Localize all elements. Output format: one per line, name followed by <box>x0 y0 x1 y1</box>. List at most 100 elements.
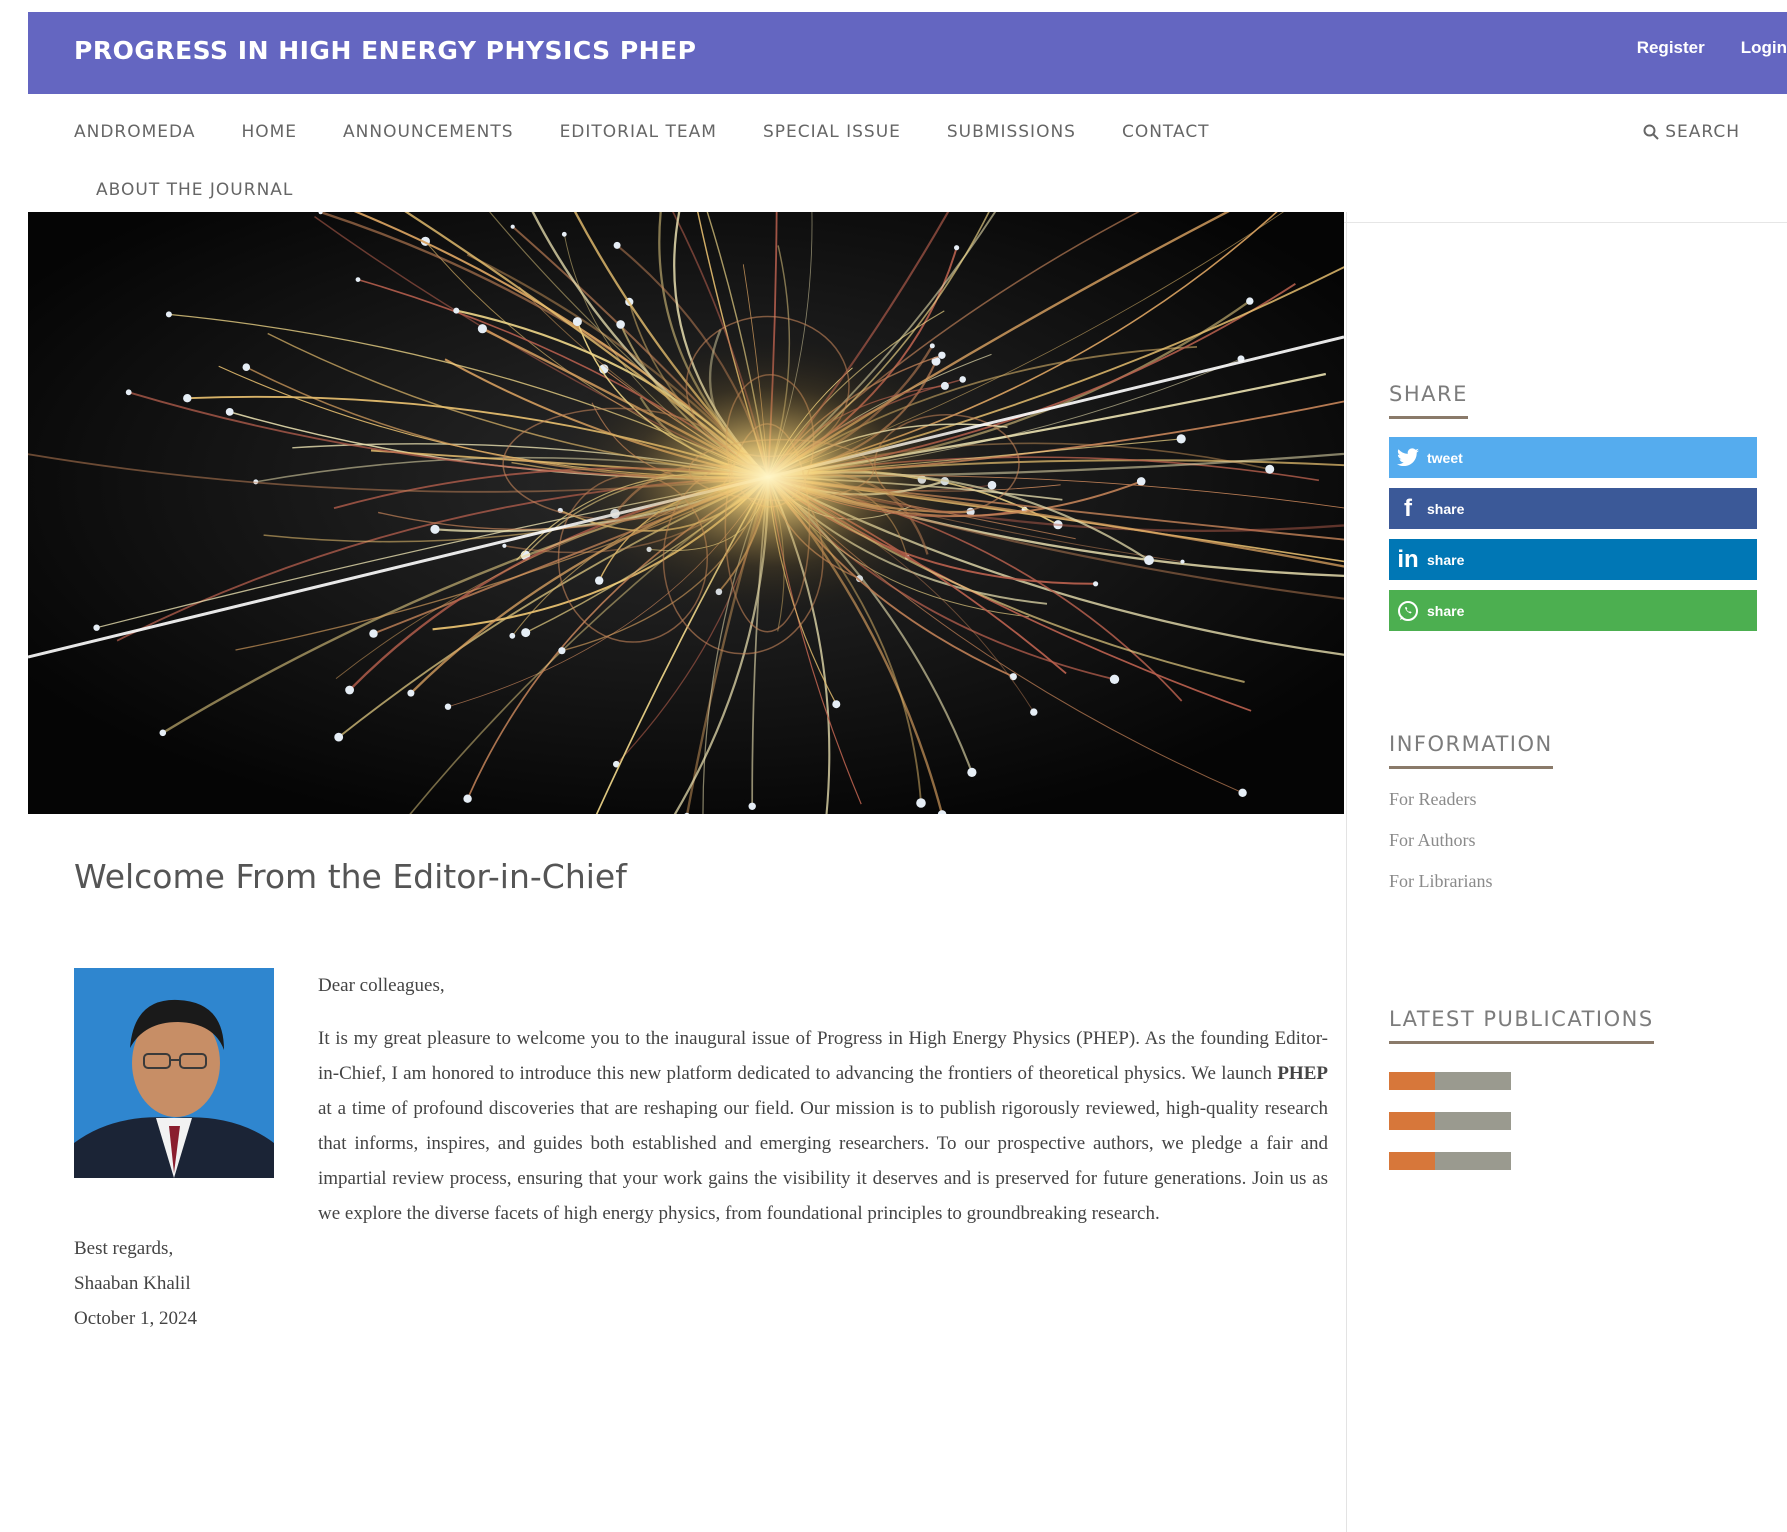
particle-dot <box>509 632 516 639</box>
nav-item-home[interactable]: HOME <box>241 122 297 142</box>
editor-welcome-article: Dear colleagues, It is my great pleasure… <box>74 968 1328 1336</box>
facebook-icon: f <box>1404 494 1412 522</box>
sidebar-divider <box>1346 212 1347 1532</box>
site-header: PROGRESS IN HIGH ENERGY PHYSICS PHEP Reg… <box>28 12 1787 94</box>
for-authors-link[interactable]: For Authors <box>1389 830 1553 851</box>
signature: Shaaban Khalil <box>74 1273 191 1294</box>
for-readers-link[interactable]: For Readers <box>1389 789 1553 810</box>
particle-dot <box>1136 477 1146 486</box>
particle-dot <box>1246 297 1254 305</box>
information-block: INFORMATION For Readers For Authors For … <box>1389 732 1553 892</box>
particle-dot <box>572 317 582 327</box>
article-body: It is my great pleasure to welcome you t… <box>74 1021 1328 1231</box>
journal-abbrev: PHEP <box>1277 1063 1328 1084</box>
nav-item-submissions[interactable]: SUBMISSIONS <box>947 122 1076 142</box>
particle-dot <box>938 351 946 359</box>
information-title: INFORMATION <box>1389 732 1553 769</box>
particle-dot <box>1176 434 1186 444</box>
particle-dot <box>1238 788 1247 797</box>
hero-banner-image <box>28 212 1344 814</box>
share-block: SHARE tweet f share in share share <box>1389 382 1757 641</box>
search-link[interactable]: SEARCH <box>1643 122 1740 142</box>
particle-dot <box>502 543 507 548</box>
facebook-share-label: share <box>1427 500 1465 517</box>
twitter-share-button[interactable]: tweet <box>1389 437 1757 478</box>
whatsapp-share-button[interactable]: share <box>1389 590 1757 631</box>
particle-dot <box>613 241 621 249</box>
search-label: SEARCH <box>1665 122 1740 142</box>
particle-dot <box>558 647 566 655</box>
nav-item-about-the-journal[interactable]: ABOUT THE JOURNAL <box>96 180 293 200</box>
particle-dot <box>125 389 132 396</box>
particle-dot <box>616 320 625 329</box>
particle-dot <box>521 628 531 638</box>
particle-dot <box>1180 559 1185 564</box>
whatsapp-share-label: share <box>1427 602 1465 619</box>
linkedin-share-button[interactable]: in share <box>1389 539 1757 580</box>
greeting: Dear colleagues, <box>318 975 445 996</box>
particle-dot <box>510 224 515 229</box>
particle-dot <box>1030 708 1038 716</box>
particle-dot <box>967 767 977 778</box>
particle-dot <box>430 524 440 534</box>
particle-dot <box>1265 464 1275 474</box>
feed-badge-rss2[interactable] <box>1389 1112 1511 1130</box>
share-title: SHARE <box>1389 382 1468 419</box>
particle-dot <box>369 629 378 638</box>
particle-collision-image <box>28 212 1344 814</box>
particle-dot <box>1093 581 1099 587</box>
whatsapp-icon <box>1389 599 1427 623</box>
twitter-icon <box>1389 447 1427 468</box>
particle-dot <box>159 729 167 737</box>
particle-dot <box>165 311 172 318</box>
for-librarians-link[interactable]: For Librarians <box>1389 871 1553 892</box>
particle-dot <box>225 408 234 416</box>
search-icon <box>1643 124 1659 140</box>
article-body-part-1: It is my great pleasure to welcome you t… <box>318 1028 1328 1084</box>
nav-item-editorial-team[interactable]: EDITORIAL TEAM <box>560 122 717 142</box>
primary-nav: ANDROMEDA HOME ANNOUNCEMENTS EDITORIAL T… <box>28 94 1787 223</box>
particle-dot <box>748 802 756 810</box>
particle-dot <box>954 245 960 251</box>
article-date: October 1, 2024 <box>74 1308 197 1329</box>
particle-dot <box>242 363 251 371</box>
page-title: Welcome From the Editor-in-Chief <box>74 857 627 896</box>
particle-dot <box>93 624 100 631</box>
particle-dot <box>334 732 344 742</box>
particle-dot <box>929 343 935 349</box>
login-link[interactable]: Login <box>1741 38 1787 58</box>
particle-dot <box>444 703 452 710</box>
particle-dot <box>1009 673 1017 681</box>
nav-item-announcements[interactable]: ANNOUNCEMENTS <box>343 122 514 142</box>
latest-publications-block: LATEST PUBLICATIONS <box>1389 1007 1654 1170</box>
user-nav: Register Login <box>1637 38 1787 58</box>
twitter-share-label: tweet <box>1427 449 1463 466</box>
register-link[interactable]: Register <box>1637 38 1705 58</box>
particle-dot <box>1109 674 1120 684</box>
particle-dot <box>959 376 966 383</box>
particle-dot <box>345 685 354 695</box>
particle-dot <box>453 307 460 314</box>
particle-dot <box>407 689 415 697</box>
feed-badge-rss1[interactable] <box>1389 1152 1511 1170</box>
feed-badge-atom[interactable] <box>1389 1072 1511 1090</box>
particle-dot <box>183 394 192 403</box>
facebook-share-button[interactable]: f share <box>1389 488 1757 529</box>
nav-item-special-issue[interactable]: SPECIAL ISSUE <box>763 122 901 142</box>
article-body-part-2: at a time of profound discoveries that a… <box>318 1098 1328 1224</box>
particle-dot <box>463 794 472 803</box>
linkedin-icon: in <box>1397 545 1419 573</box>
particle-dot <box>561 231 567 237</box>
linkedin-share-label: share <box>1427 551 1465 568</box>
nav-item-contact[interactable]: CONTACT <box>1122 122 1210 142</box>
nav-item-andromeda[interactable]: ANDROMEDA <box>74 122 195 142</box>
site-title[interactable]: PROGRESS IN HIGH ENERGY PHYSICS PHEP <box>74 36 697 65</box>
particle-dot <box>1144 555 1154 566</box>
latest-publications-title: LATEST PUBLICATIONS <box>1389 1007 1654 1044</box>
particle-dot <box>832 700 841 709</box>
closing: Best regards, <box>74 1238 174 1259</box>
particle-dot <box>916 798 926 808</box>
particle-dot <box>355 277 361 282</box>
page-frame: PROGRESS IN HIGH ENERGY PHYSICS PHEP Reg… <box>28 12 1787 1532</box>
particle-dot <box>477 324 487 334</box>
